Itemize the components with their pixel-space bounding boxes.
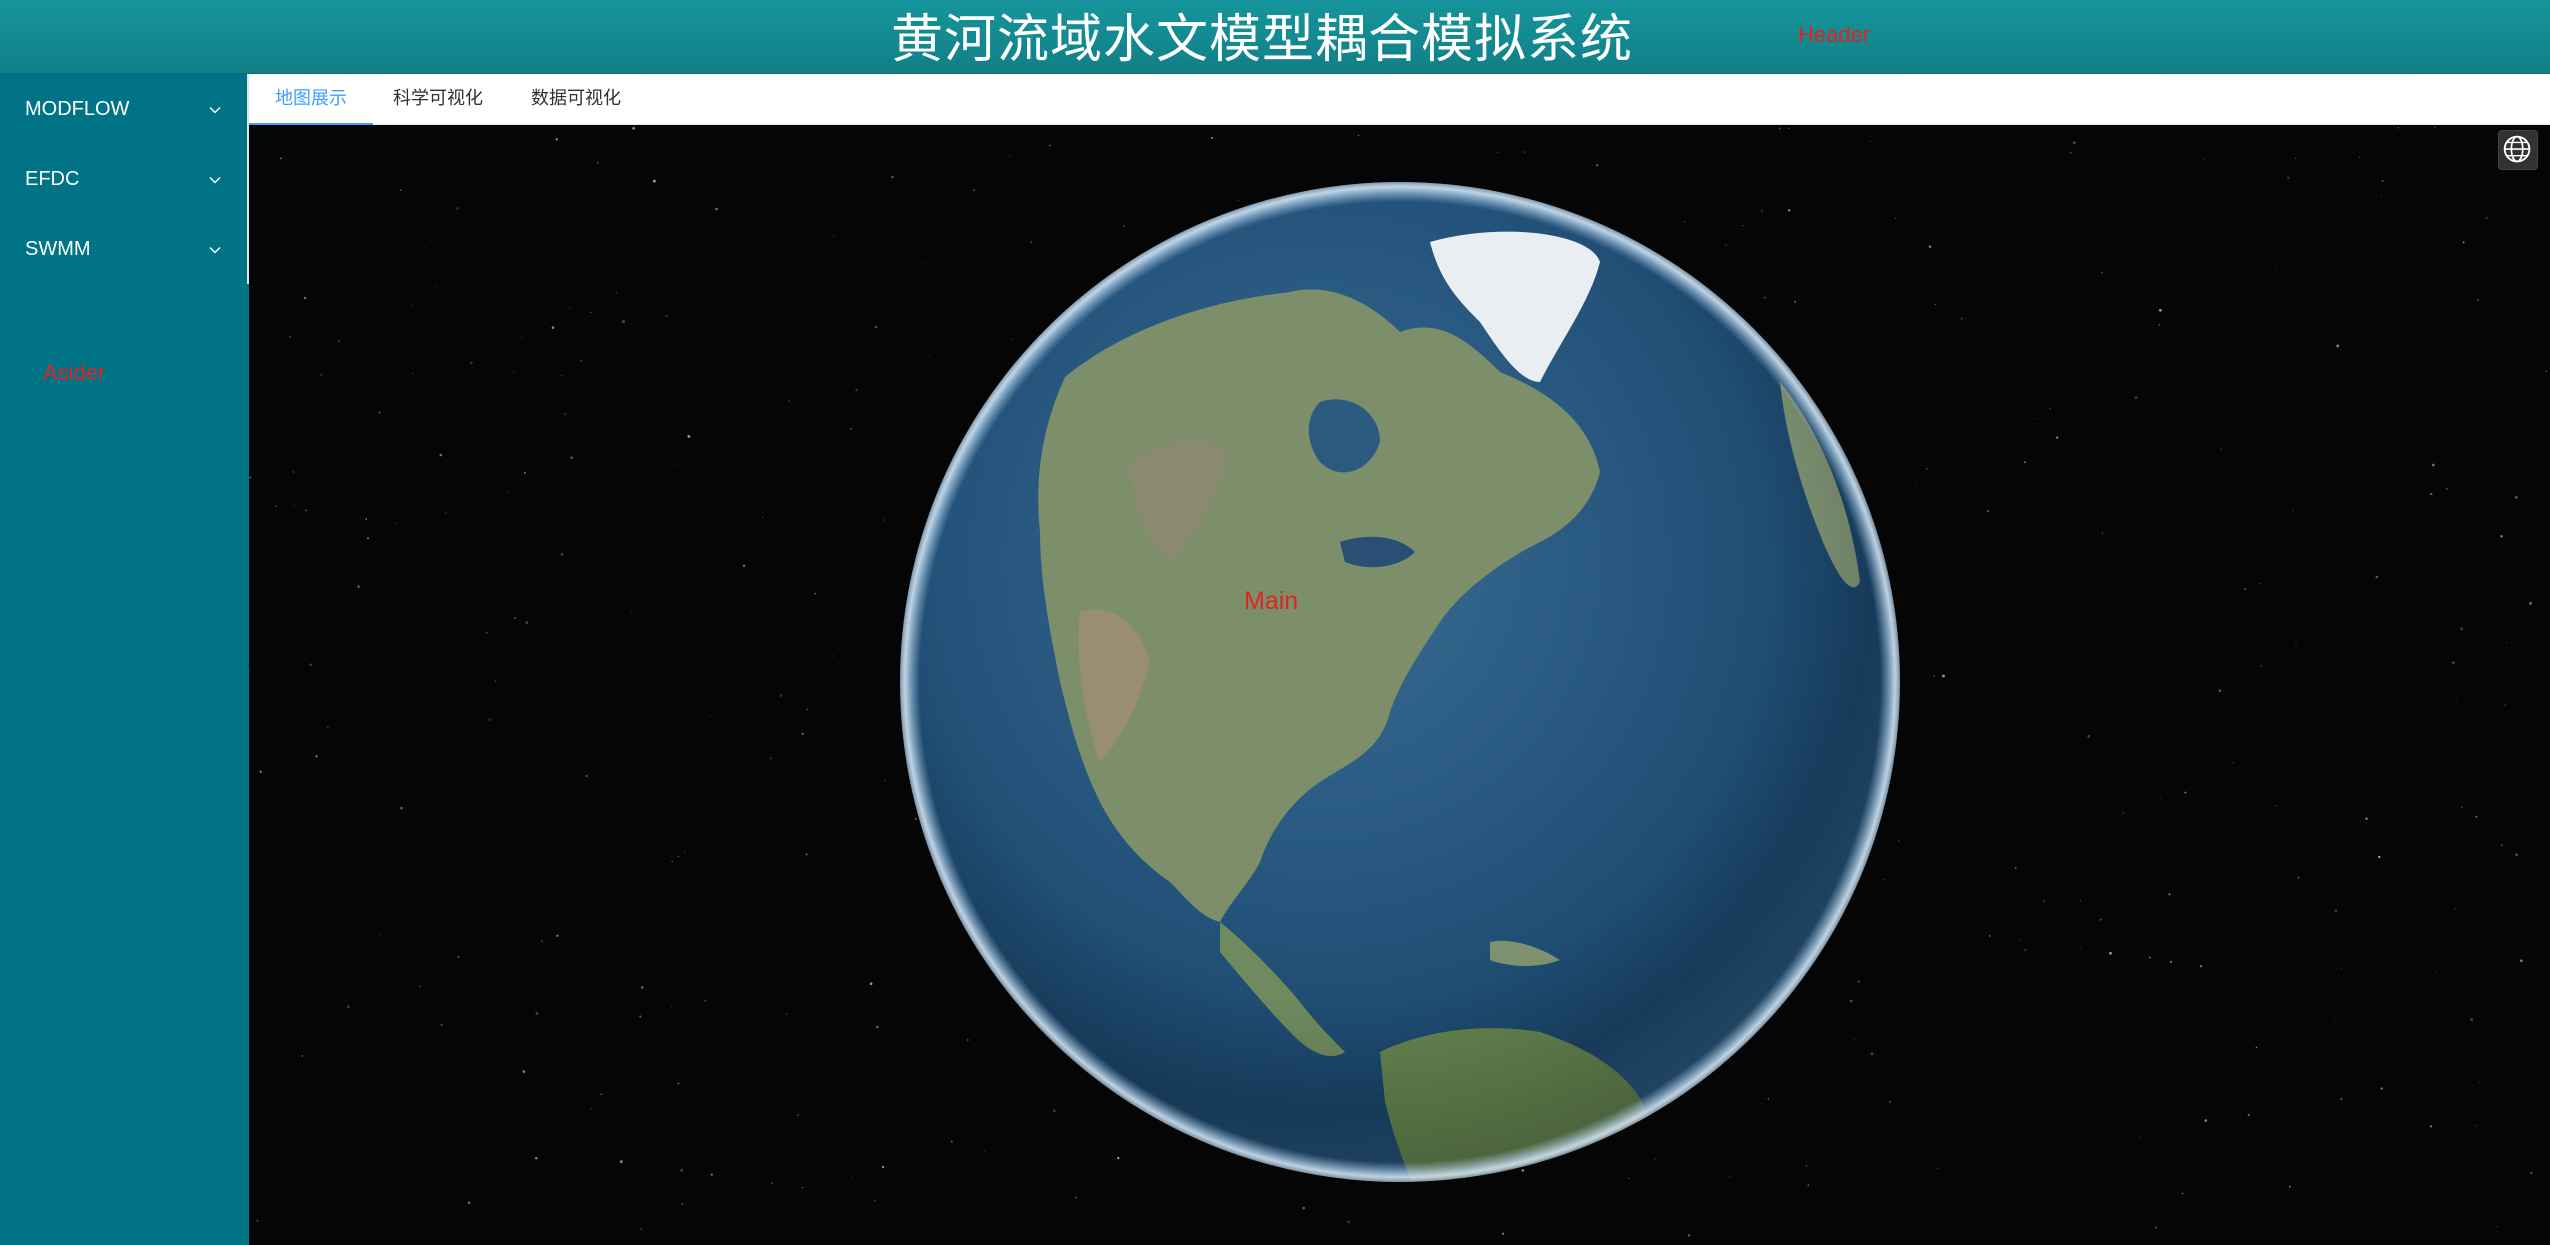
header: 黄河流域水文模型耦合模拟系统 Header — [0, 0, 2550, 74]
sidebar-item-modflow[interactable]: MODFLOW — [0, 74, 249, 144]
base-layer-picker-button[interactable] — [2498, 130, 2538, 170]
earth-globe[interactable] — [900, 182, 1900, 1182]
sidebar: MODFLOW EFDC SWMM Asider — [0, 74, 249, 1245]
tab-map-display[interactable]: 地图展示 — [249, 74, 373, 126]
sidebar-item-label: SWMM — [25, 238, 91, 260]
tab-bar: 地图展示 科学可视化 数据可视化 — [249, 74, 2550, 126]
sidebar-region-label: Asider — [43, 360, 106, 385]
app-title: 黄河流域水文模型耦合模拟系统 — [890, 10, 1633, 70]
sidebar-item-swmm[interactable]: SWMM — [0, 214, 249, 284]
sidebar-item-label: MODFLOW — [25, 98, 130, 120]
globe-icon — [2503, 135, 2531, 163]
tab-data-visualization[interactable]: 数据可视化 — [505, 74, 647, 125]
chevron-down-icon — [209, 107, 221, 114]
sidebar-item-efdc[interactable]: EFDC — [0, 144, 249, 214]
tab-scientific-visualization[interactable]: 科学可视化 — [367, 74, 509, 125]
main-region-label: Main — [1244, 587, 1299, 615]
sidebar-item-label: EFDC — [25, 168, 80, 190]
chevron-down-icon — [209, 177, 221, 184]
header-region-label: Header — [1798, 22, 1871, 47]
chevron-down-icon — [209, 247, 221, 254]
map-viewport[interactable]: Main — [249, 125, 2550, 1245]
